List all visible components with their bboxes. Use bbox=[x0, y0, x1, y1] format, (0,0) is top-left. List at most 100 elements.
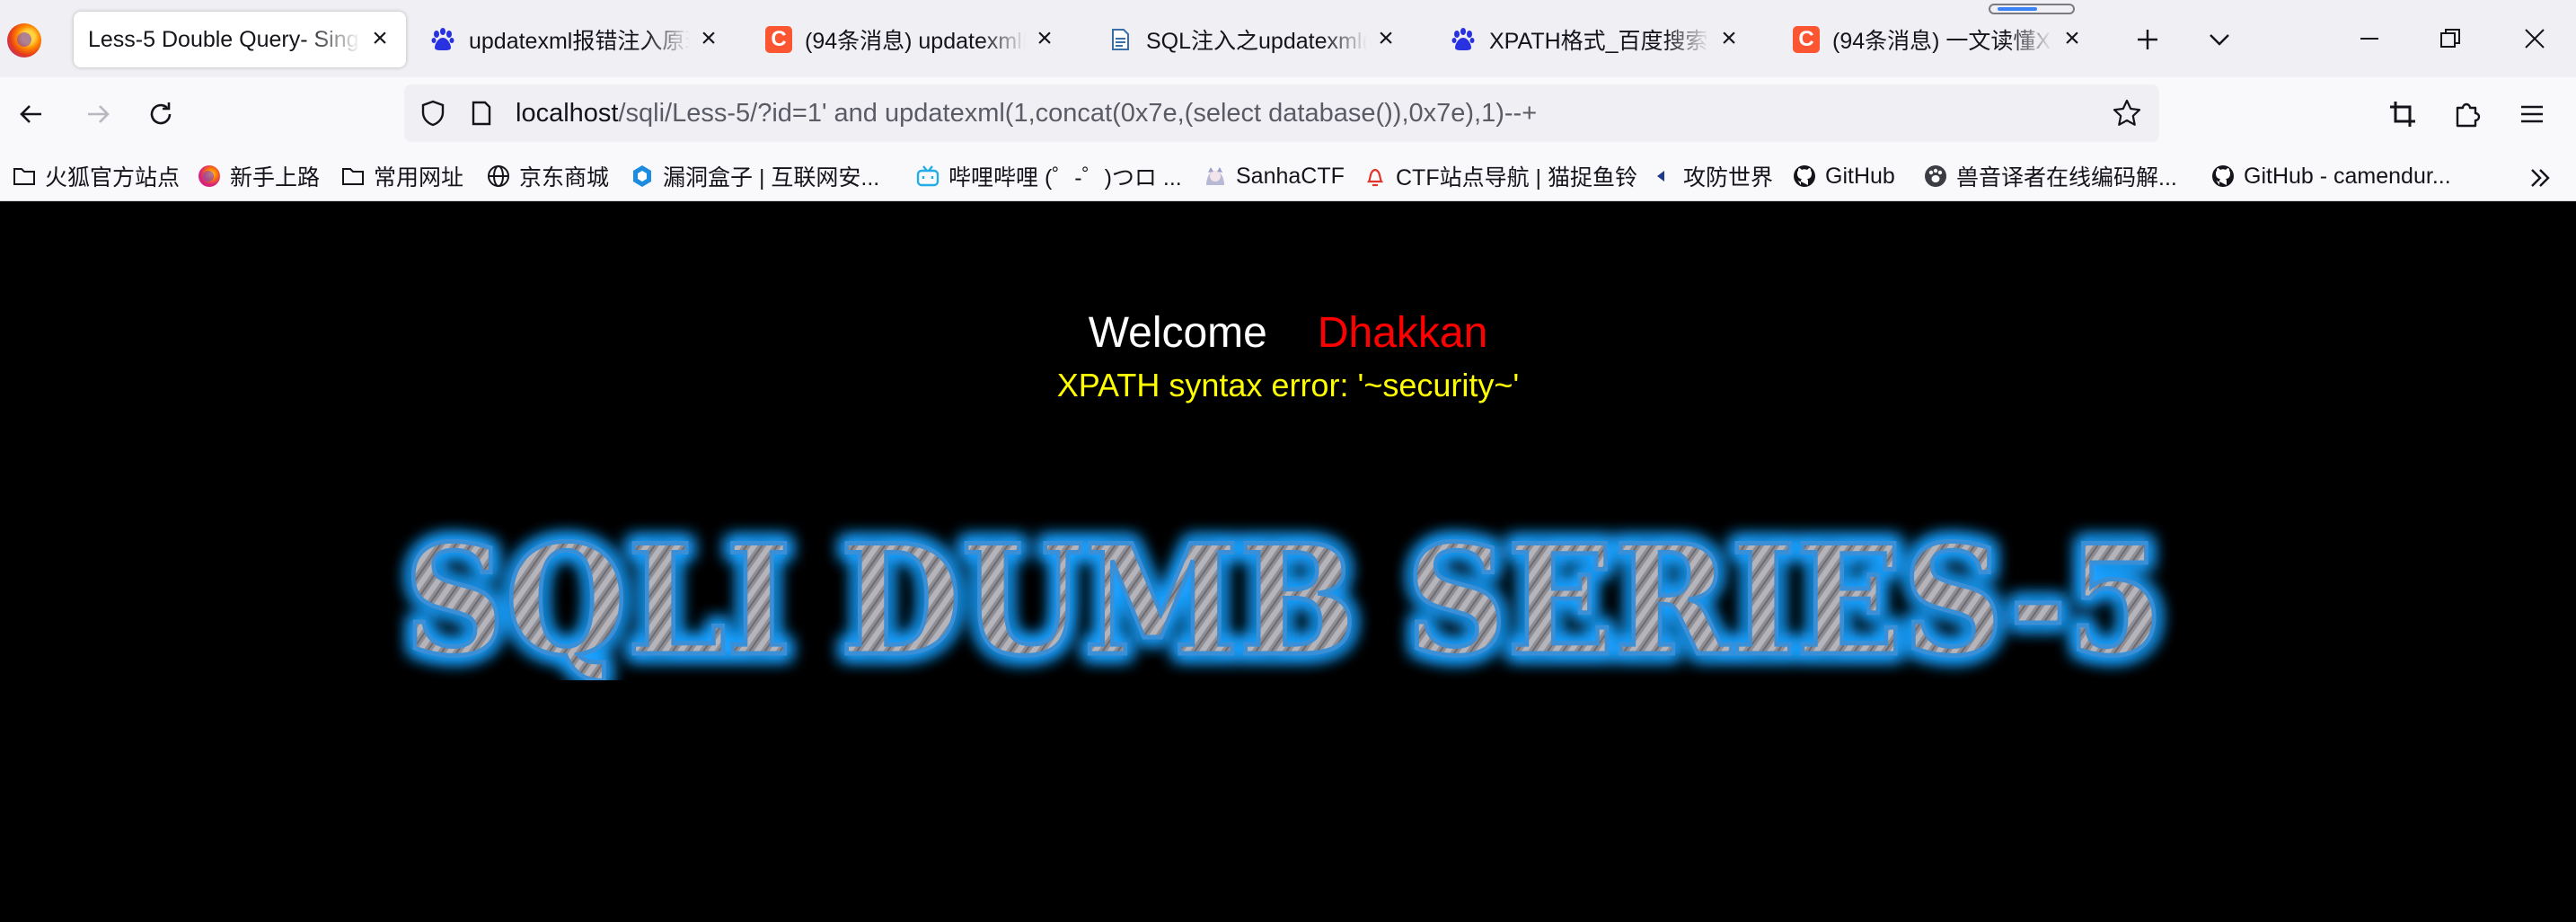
bookmark-label: 漏洞盒子 | 互联网安... bbox=[663, 165, 880, 191]
csdn-icon: C bbox=[765, 26, 792, 53]
github-icon bbox=[2210, 163, 2236, 190]
tab-scroll-indicator bbox=[1989, 4, 2075, 14]
baidu-paw-icon bbox=[429, 26, 456, 53]
anime-avatar-icon bbox=[1202, 163, 1229, 190]
tab-updatexml-function[interactable]: C (94条消息) updatexml函数 × bbox=[751, 12, 1071, 67]
bookmark-bilibili[interactable]: 哔哩哔哩 (゜-゜)つロ ... bbox=[914, 158, 1182, 194]
tab-less-5[interactable]: Less-5 Double Query- Single Quotes- Stri… bbox=[74, 12, 406, 67]
arrow-icon bbox=[1649, 163, 1676, 190]
chevron-down-icon bbox=[2210, 34, 2229, 46]
tab-title: Less-5 Double Query- Single Quotes- Stri… bbox=[88, 26, 361, 52]
tab-sql-injection-updatexml[interactable]: SQL注入之updatexml()报错 × bbox=[1092, 12, 1412, 67]
tab-xpath-baidu-search[interactable]: XPATH格式_百度搜索 × bbox=[1435, 12, 1755, 67]
reload-button[interactable] bbox=[137, 90, 185, 138]
tab-title: (94条消息) 一文读懂XPath bbox=[1832, 29, 2053, 54]
back-button[interactable] bbox=[7, 90, 56, 138]
bookmark-label: 攻防世界 bbox=[1683, 165, 1774, 191]
close-icon[interactable]: × bbox=[368, 25, 392, 52]
tab-title: SQL注入之updatexml()报错 bbox=[1146, 29, 1367, 54]
bookmark-label: GitHub - camendur... bbox=[2244, 163, 2451, 189]
bookmark-sanhactf[interactable]: SanhaCTF bbox=[1202, 158, 1345, 194]
star-icon[interactable] bbox=[2109, 95, 2145, 131]
github-icon bbox=[1791, 163, 1818, 190]
bookmark-label: 兽音译者在线编码解... bbox=[1956, 165, 2177, 191]
bilibili-icon bbox=[914, 163, 941, 190]
url-path: /sqli/Less-5/?id=1' and updatexml(1,conc… bbox=[618, 99, 1538, 128]
bookmark-jd[interactable]: 京东商城 bbox=[485, 158, 609, 194]
url-host: localhost bbox=[516, 99, 619, 128]
arrow-left-icon bbox=[20, 105, 41, 123]
tab-title: XPATH格式_百度搜索 bbox=[1489, 29, 1708, 54]
bookmark-ctf-navigation[interactable]: CTF站点导航 | 猫捉鱼铃 bbox=[1362, 158, 1637, 194]
close-icon[interactable]: × bbox=[1717, 25, 1741, 52]
xpath-error-message: XPATH syntax error: '~security~' bbox=[1056, 367, 1520, 403]
close-window-button[interactable] bbox=[2508, 14, 2562, 63]
restore-button[interactable] bbox=[2423, 14, 2477, 63]
screenshot-button[interactable] bbox=[2378, 90, 2427, 138]
document-icon bbox=[1107, 26, 1134, 53]
reload-icon bbox=[150, 102, 172, 125]
bookmark-common-sites[interactable]: 常用网址 bbox=[340, 158, 463, 194]
extensions-button[interactable] bbox=[2443, 90, 2492, 138]
bookmark-getting-started[interactable]: 新手上路 bbox=[196, 158, 320, 194]
banner-text: SQLI DUMB SERIES-5 bbox=[404, 519, 2165, 680]
list-all-tabs-button[interactable] bbox=[2197, 18, 2242, 61]
bookmark-beast-translator[interactable]: 兽音译者在线编码解... bbox=[1922, 158, 2177, 194]
close-icon[interactable]: × bbox=[697, 25, 720, 52]
close-icon[interactable]: × bbox=[1033, 25, 1056, 52]
tab-strip: Less-5 Double Query- Single Quotes- Stri… bbox=[0, 0, 2576, 77]
bookmark-label: 京东商城 bbox=[519, 165, 610, 191]
bookmark-label: 新手上路 bbox=[230, 165, 321, 191]
bookmark-label: SanhaCTF bbox=[1236, 163, 1345, 189]
user-name: Dhakkan bbox=[1317, 309, 1488, 357]
page-content: Welcome Dhakkan XPATH syntax error: '~sec… bbox=[0, 202, 2576, 922]
bookmark-firefox-official[interactable]: 火狐官方站点 bbox=[11, 158, 180, 194]
bookmark-github[interactable]: GitHub bbox=[1791, 158, 1895, 194]
bookmark-label: 哔哩哔哩 (゜-゜)つロ ... bbox=[948, 165, 1182, 191]
bookmark-adworld[interactable]: 攻防世界 bbox=[1649, 158, 1773, 194]
double-chevron-right-icon bbox=[2531, 169, 2550, 187]
folder-icon bbox=[340, 163, 366, 190]
restore-icon bbox=[2440, 29, 2460, 48]
bookmark-label: 常用网址 bbox=[374, 165, 464, 191]
tab-title: (94条消息) updatexml函数 bbox=[805, 29, 1026, 54]
hexagon-icon bbox=[629, 163, 656, 190]
forward-button[interactable] bbox=[74, 90, 122, 138]
bookmark-label: 火狐官方站点 bbox=[45, 165, 181, 191]
navigation-toolbar: localhost/sqli/Less-5/?id=1' and updatex… bbox=[0, 77, 2576, 151]
paw-icon bbox=[1922, 163, 1949, 190]
menu-button[interactable] bbox=[2508, 90, 2556, 138]
page-info-icon[interactable] bbox=[463, 95, 499, 131]
bookmarks-overflow-button[interactable] bbox=[2520, 160, 2560, 196]
puzzle-icon bbox=[2456, 102, 2481, 128]
crop-icon bbox=[2390, 102, 2415, 127]
bookmark-label: GitHub bbox=[1825, 163, 1895, 189]
firefox-icon bbox=[196, 163, 223, 190]
close-icon[interactable]: × bbox=[1374, 25, 1398, 52]
url-text[interactable]: localhost/sqli/Less-5/?id=1' and updatex… bbox=[516, 84, 1537, 142]
plus-icon bbox=[2138, 30, 2157, 49]
close-icon[interactable]: × bbox=[2060, 25, 2084, 52]
csdn-icon: C bbox=[1793, 26, 1820, 53]
shield-icon[interactable] bbox=[415, 95, 451, 131]
tab-xpath-article[interactable]: C (94条消息) 一文读懂XPath × bbox=[1778, 12, 2098, 67]
tab-updatexml-principle[interactable]: updatexml报错注入原理 × bbox=[415, 12, 735, 67]
minimize-icon bbox=[2360, 38, 2378, 40]
bookmark-github-camendur[interactable]: GitHub - camendur... bbox=[2210, 158, 2451, 194]
new-tab-button[interactable] bbox=[2125, 18, 2170, 61]
arrow-right-icon bbox=[88, 105, 110, 123]
bell-icon bbox=[1362, 163, 1389, 190]
folder-icon bbox=[11, 163, 38, 190]
bookmark-label: CTF站点导航 | 猫捉鱼铃 bbox=[1396, 165, 1637, 191]
welcome-line: Welcome Dhakkan bbox=[0, 308, 2576, 358]
minimize-button[interactable] bbox=[2342, 14, 2396, 63]
bookmark-vulbox[interactable]: 漏洞盒子 | 互联网安... bbox=[629, 158, 879, 194]
bookmarks-toolbar: 火狐官方站点 新手上路 常用网址 京东商城 漏洞盒子 | 互联网安... 哔哩哔… bbox=[0, 151, 2576, 201]
firefox-logo-icon[interactable] bbox=[7, 23, 41, 58]
baidu-paw-icon bbox=[1450, 26, 1477, 53]
globe-icon bbox=[485, 163, 512, 190]
sqli-dumb-series-banner: SQLI DUMB SERIES-5 SQLI DUMB SERIES-5 bbox=[398, 519, 2171, 680]
tab-title: updatexml报错注入原理 bbox=[469, 29, 690, 54]
welcome-text: Welcome bbox=[1088, 309, 1267, 357]
address-bar[interactable]: localhost/sqli/Less-5/?id=1' and updatex… bbox=[404, 84, 2159, 142]
